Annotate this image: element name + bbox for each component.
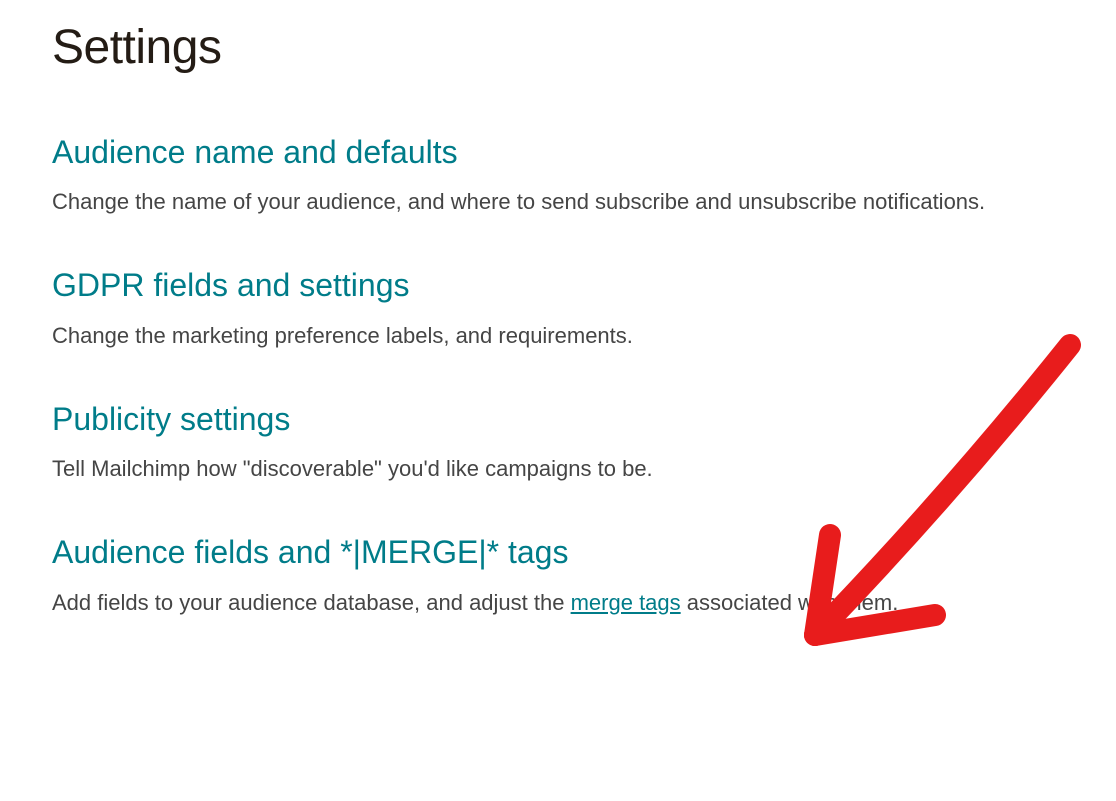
annotation-arrow-icon <box>770 325 1100 685</box>
link-merge-tags-inline[interactable]: merge tags <box>571 590 681 615</box>
description-audience-name: Change the name of your audience, and wh… <box>52 185 1064 218</box>
setting-section-audience-fields: Audience fields and *|MERGE|* tags Add f… <box>52 533 1064 618</box>
setting-section-publicity: Publicity settings Tell Mailchimp how "d… <box>52 400 1064 485</box>
page-title: Settings <box>52 20 1064 75</box>
setting-section-gdpr: GDPR fields and settings Change the mark… <box>52 266 1064 351</box>
link-publicity-settings[interactable]: Publicity settings <box>52 400 290 438</box>
link-gdpr-fields[interactable]: GDPR fields and settings <box>52 266 410 304</box>
description-text-after: associated with them. <box>681 590 899 615</box>
setting-section-audience-name: Audience name and defaults Change the na… <box>52 133 1064 218</box>
link-audience-name-defaults[interactable]: Audience name and defaults <box>52 133 458 171</box>
description-publicity: Tell Mailchimp how "discoverable" you'd … <box>52 452 1064 485</box>
description-gdpr: Change the marketing preference labels, … <box>52 319 1064 352</box>
description-audience-fields: Add fields to your audience database, an… <box>52 586 1064 619</box>
link-audience-fields-merge-tags[interactable]: Audience fields and *|MERGE|* tags <box>52 533 568 571</box>
description-text-before: Add fields to your audience database, an… <box>52 590 571 615</box>
